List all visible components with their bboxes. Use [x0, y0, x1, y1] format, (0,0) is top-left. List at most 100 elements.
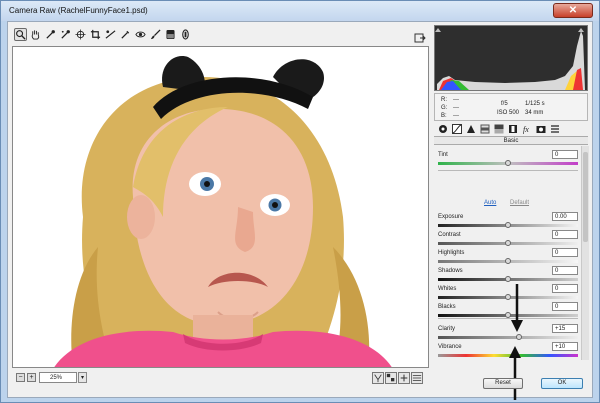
- before-after-toggle-icon[interactable]: [372, 372, 384, 384]
- spot-removal-icon: [121, 30, 130, 39]
- clarity-slider-track[interactable]: [438, 336, 578, 339]
- auto-link[interactable]: Auto: [484, 200, 496, 206]
- adjustment-brush-tool[interactable]: [149, 28, 162, 41]
- clarity-label: Clarity: [438, 326, 456, 332]
- effects-tab-icon[interactable]: fx: [522, 124, 532, 134]
- whites-value-field[interactable]: 0: [552, 284, 578, 293]
- rotate-icon: [182, 29, 189, 40]
- hand-icon: [31, 30, 40, 40]
- reset-button[interactable]: Reset: [483, 378, 523, 389]
- crop-icon: [90, 29, 101, 40]
- r-value: ---: [453, 97, 459, 103]
- white-balance-icon: [46, 30, 55, 39]
- tint-slider-thumb[interactable]: [505, 160, 511, 166]
- scrollbar-thumb[interactable]: [583, 152, 588, 242]
- clarity-slider-thumb[interactable]: [515, 334, 522, 340]
- hsl-tab-icon[interactable]: [480, 124, 490, 134]
- default-link[interactable]: Default: [510, 200, 529, 206]
- tint-label: Tint: [438, 152, 448, 158]
- graduated-filter-icon: [166, 30, 175, 39]
- tint-value-field[interactable]: 0: [552, 150, 578, 159]
- split-toning-tab-icon[interactable]: [494, 124, 504, 134]
- blacks-value-field[interactable]: 0: [552, 302, 578, 311]
- copy-settings-icon[interactable]: [398, 372, 410, 384]
- tool-bar: [12, 26, 426, 44]
- iso-value: ISO 500: [497, 110, 520, 116]
- hand-tool[interactable]: [29, 28, 42, 41]
- white-balance-tool[interactable]: [44, 28, 57, 41]
- contrast-value-field[interactable]: 0: [552, 230, 578, 239]
- shadows-slider-thumb[interactable]: [505, 276, 511, 282]
- divider: [438, 318, 578, 319]
- highlights-value-field[interactable]: 0: [552, 248, 578, 257]
- ok-button[interactable]: OK: [541, 378, 583, 389]
- image-preview[interactable]: [12, 46, 429, 368]
- zoom-tool[interactable]: [14, 28, 27, 41]
- aperture-value: f/5: [501, 101, 508, 107]
- shadows-value-field[interactable]: 0: [552, 266, 578, 275]
- graduated-filter-tool[interactable]: [164, 28, 177, 41]
- shadows-label: Shadows: [438, 268, 463, 274]
- contrast-slider-row: Contrast 0: [434, 230, 580, 248]
- histogram: [434, 25, 588, 91]
- red-eye-tool[interactable]: [134, 28, 147, 41]
- camera-raw-window: Camera Raw (RachelFunnyFace1.psd) ✕ − + …: [0, 0, 600, 403]
- r-label: R:: [441, 97, 447, 103]
- toggle-settings-icon[interactable]: [411, 372, 423, 384]
- spot-removal-tool[interactable]: [119, 28, 132, 41]
- detail-tab-icon[interactable]: [466, 124, 476, 134]
- highlights-label: Highlights: [438, 250, 465, 256]
- whites-slider-row: Whites 0: [434, 284, 580, 302]
- swap-before-after-icon[interactable]: [385, 372, 397, 384]
- highlights-slider-row: Highlights 0: [434, 248, 580, 266]
- highlights-slider-thumb[interactable]: [505, 258, 511, 264]
- target-adjust-icon: [75, 29, 86, 40]
- basic-panel: Tint 0 Auto Default Exposure 0.00 Contrast…: [434, 146, 580, 360]
- auto-default-row: Auto Default: [434, 200, 580, 210]
- panel-scrollbar[interactable]: [581, 146, 589, 360]
- rotate-tool[interactable]: [179, 28, 192, 41]
- exposure-slider-row: Exposure 0.00: [434, 212, 580, 230]
- clarity-value-field[interactable]: +15: [552, 324, 578, 333]
- camera-calibration-tab-icon[interactable]: [536, 124, 546, 134]
- color-sampler-tool[interactable]: [59, 28, 72, 41]
- blacks-label: Blacks: [438, 304, 456, 310]
- window-title: Camera Raw (RachelFunnyFace1.psd): [9, 6, 148, 15]
- adjustment-tabs: fx: [434, 123, 588, 136]
- color-sampler-icon: [61, 30, 70, 39]
- zoom-out-button[interactable]: −: [16, 373, 25, 382]
- exposure-value-field[interactable]: 0.00: [552, 212, 578, 221]
- shadows-slider-row: Shadows 0: [434, 266, 580, 284]
- vibrance-label: Vibrance: [438, 344, 462, 350]
- lens-corrections-tab-icon[interactable]: [508, 124, 518, 134]
- contrast-slider-thumb[interactable]: [505, 240, 511, 246]
- title-bar: Camera Raw (RachelFunnyFace1.psd) ✕: [1, 1, 599, 21]
- zoom-bar: − + 25% ▾: [12, 371, 429, 385]
- straighten-tool[interactable]: [104, 28, 117, 41]
- g-label: G:: [441, 105, 448, 111]
- zoom-icon: [16, 30, 26, 40]
- zoom-dropdown-button[interactable]: ▾: [78, 372, 87, 383]
- shutter-value: 1/125 s: [525, 101, 545, 107]
- contrast-label: Contrast: [438, 232, 461, 238]
- divider: [438, 170, 578, 171]
- zoom-level-field[interactable]: 25%: [39, 372, 77, 383]
- tone-curve-tab-icon[interactable]: [452, 124, 462, 134]
- vibrance-slider-row: Vibrance +10: [434, 342, 580, 360]
- b-value: ---: [453, 113, 459, 119]
- tint-slider-row: Tint 0: [434, 150, 580, 168]
- zoom-in-button[interactable]: +: [27, 373, 36, 382]
- crop-tool[interactable]: [89, 28, 102, 41]
- target-adjust-tool[interactable]: [74, 28, 87, 41]
- arrow-up-annotation: [509, 346, 521, 400]
- svg-text:fx: fx: [523, 125, 529, 134]
- vibrance-value-field[interactable]: +10: [552, 342, 578, 351]
- exposure-slider-thumb[interactable]: [505, 222, 511, 228]
- adjustment-brush-icon: [150, 29, 161, 40]
- basic-tab-icon[interactable]: [438, 124, 448, 134]
- presets-tab-icon[interactable]: [550, 124, 560, 134]
- g-value: ---: [453, 105, 459, 111]
- close-button[interactable]: ✕: [553, 3, 593, 18]
- open-preferences-icon[interactable]: [414, 32, 426, 44]
- whites-label: Whites: [438, 286, 457, 292]
